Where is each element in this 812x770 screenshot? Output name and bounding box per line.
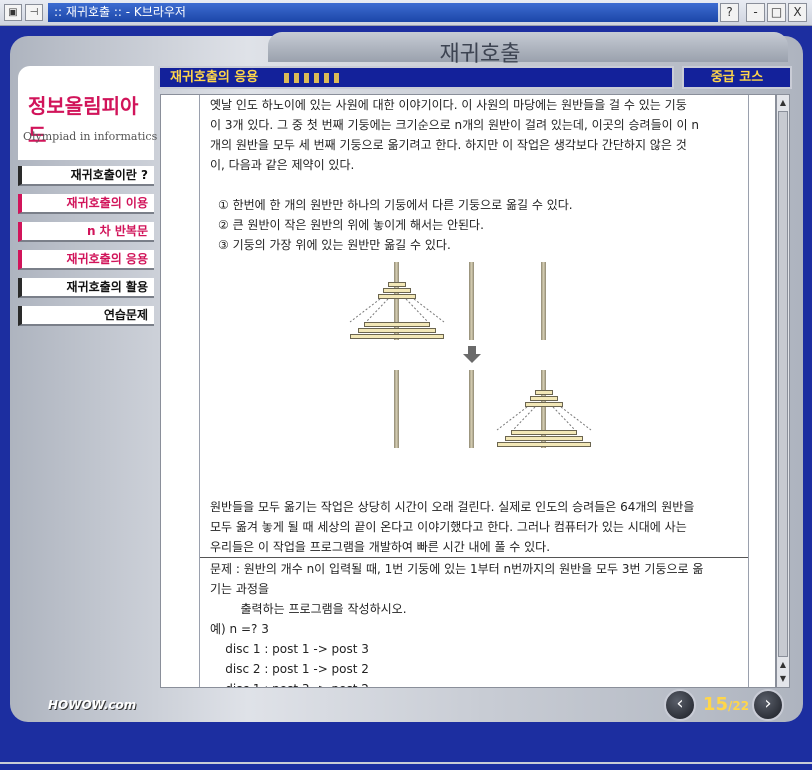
problem-line: disc 1 : post 3 -> post 2: [210, 679, 740, 687]
section-title: 재귀호출의 응용: [158, 66, 674, 89]
problem-statement: 문제 : 원반의 개수 n이 입력될 때, 1번 기둥에 있는 1부터 n번까지…: [210, 559, 740, 687]
disc-spread-lines: [496, 406, 592, 431]
course-level-badge: 중급 코스: [682, 66, 792, 89]
brand-logo[interactable]: HOWOW.com: [48, 698, 136, 712]
sidebar-item-recursion-application[interactable]: 재귀호출의 응용: [18, 250, 154, 270]
closing-paragraph: 원반들을 모두 옮기는 작업은 상당히 시간이 오래 걸린다. 실제로 인도의 …: [210, 497, 740, 557]
checker-decoration: [284, 73, 342, 83]
problem-line: 문제 : 원반의 개수 n이 입력될 때, 1번 기둥에 있는 1부터 n번까지…: [210, 562, 704, 576]
content-scrollbar[interactable]: ▲ ▲ ▼: [776, 94, 790, 688]
problem-line: 예) n =? 3: [210, 622, 269, 636]
window-title: :: 재귀호출 :: - K브라우저: [48, 3, 718, 22]
intro-line: 이, 다음과 같은 제약이 있다.: [210, 158, 355, 172]
sidebar-item-recursion-usage[interactable]: 재귀호출의 활용: [18, 278, 154, 298]
browser-icon[interactable]: ▣: [4, 4, 22, 21]
title-bar: ▣ ⊣ :: 재귀호출 :: - K브라우저 ? - □ X: [0, 0, 812, 26]
section-divider: [200, 557, 748, 558]
sidebar-menu: 재귀호출이란 ? 재귀호출의 이용 n 차 반복문 재귀호출의 응용 재귀호출의…: [18, 166, 154, 334]
peg-1-bottom: [394, 370, 399, 448]
logo-english: Olympiad in informatics: [23, 130, 158, 143]
problem-line: disc 2 : post 1 -> post 2: [210, 662, 369, 676]
sidebar-item-nested-loop[interactable]: n 차 반복문: [18, 222, 154, 242]
pin-icon[interactable]: ⊣: [25, 4, 43, 21]
scroll-up-icon[interactable]: ▲: [777, 97, 789, 109]
maximize-button[interactable]: □: [767, 3, 786, 22]
disc-spread-lines: [349, 298, 445, 323]
intro-paragraph: 옛날 인도 하노이에 있는 사원에 대한 이야기이다. 이 사원의 마당에는 원…: [210, 95, 740, 175]
scroll-down-icon[interactable]: ▼: [777, 673, 789, 685]
peg-2-bottom: [469, 370, 474, 448]
page-title: 재귀호출: [439, 42, 521, 67]
arrow-down-icon: [463, 346, 481, 363]
sidebar-item-exercises[interactable]: 연습문제: [18, 306, 154, 326]
disc: [530, 396, 558, 401]
next-page-button[interactable]: ›: [752, 689, 784, 721]
logo[interactable]: 정보올림피아드 Olympiad in informatics: [18, 66, 158, 160]
page-current: 15: [702, 694, 728, 715]
content-inner: 옛날 인도 하노이에 있는 사원에 대한 이야기이다. 이 사원의 마당에는 원…: [199, 95, 749, 687]
disc: [350, 334, 444, 339]
page-indicator: 15/22: [702, 694, 750, 715]
content-area: 옛날 인도 하노이에 있는 사원에 대한 이야기이다. 이 사원의 마당에는 원…: [160, 94, 776, 688]
rules-list: ① 한번에 한 개의 원반만 하나의 기둥에서 다른 기둥으로 옮길 수 있다.…: [218, 195, 748, 255]
peg-3-top: [541, 262, 546, 340]
scroll-thumb[interactable]: [778, 111, 788, 657]
sidebar-item-recursion-intro[interactable]: 재귀호출이란 ?: [18, 166, 154, 186]
minimize-button[interactable]: -: [746, 3, 765, 22]
rule-item: ② 큰 원반이 작은 원반의 위에 놓이게 해서는 안된다.: [218, 218, 484, 232]
problem-line: 출력하는 프로그램을 작성하시오.: [210, 602, 407, 616]
rule-item: ① 한번에 한 개의 원반만 하나의 기둥에서 다른 기둥으로 옮길 수 있다.: [218, 198, 573, 212]
intro-line: 개의 원반을 모두 세 번째 기둥으로 옮기려고 한다. 하지만 이 작업은 생…: [210, 138, 687, 152]
disc: [497, 442, 591, 447]
page-total: 22: [732, 699, 750, 713]
disc: [383, 288, 411, 293]
closing-line: 우리들은 이 작업을 프로그램을 개발하여 빠른 시간 내에 풀 수 있다.: [210, 540, 551, 554]
disc: [535, 390, 553, 395]
prev-page-button[interactable]: ‹: [664, 689, 696, 721]
closing-line: 원반들을 모두 옮기는 작업은 상당히 시간이 오래 걸린다. 실제로 인도의 …: [210, 500, 695, 514]
intro-line: 이 3개 있다. 그 중 첫 번째 기둥에는 크기순으로 n개의 원반이 걸려 …: [210, 118, 699, 132]
close-button[interactable]: X: [788, 3, 807, 22]
frame-divider: [0, 762, 812, 764]
problem-line: 기는 과정을: [210, 582, 270, 596]
problem-line: disc 1 : post 1 -> post 3: [210, 642, 369, 656]
disc: [388, 282, 406, 287]
intro-line: 옛날 인도 하노이에 있는 사원에 대한 이야기이다. 이 사원의 마당에는 원…: [210, 98, 687, 112]
help-button[interactable]: ?: [720, 3, 739, 22]
disc: [505, 436, 583, 441]
closing-line: 모두 옮겨 놓게 될 때 세상의 끝이 온다고 이야기했다고 한다. 그러나 컴…: [210, 520, 687, 534]
section-title-text: 재귀호출의 응용: [170, 70, 259, 85]
scroll-down-arrow-icon[interactable]: ▲: [777, 659, 789, 671]
sidebar-item-recursion-use[interactable]: 재귀호출의 이용: [18, 194, 154, 214]
peg-2-top: [469, 262, 474, 340]
disc: [358, 328, 436, 333]
rule-item: ③ 기둥의 가장 위에 있는 원반만 옮길 수 있다.: [218, 238, 451, 252]
